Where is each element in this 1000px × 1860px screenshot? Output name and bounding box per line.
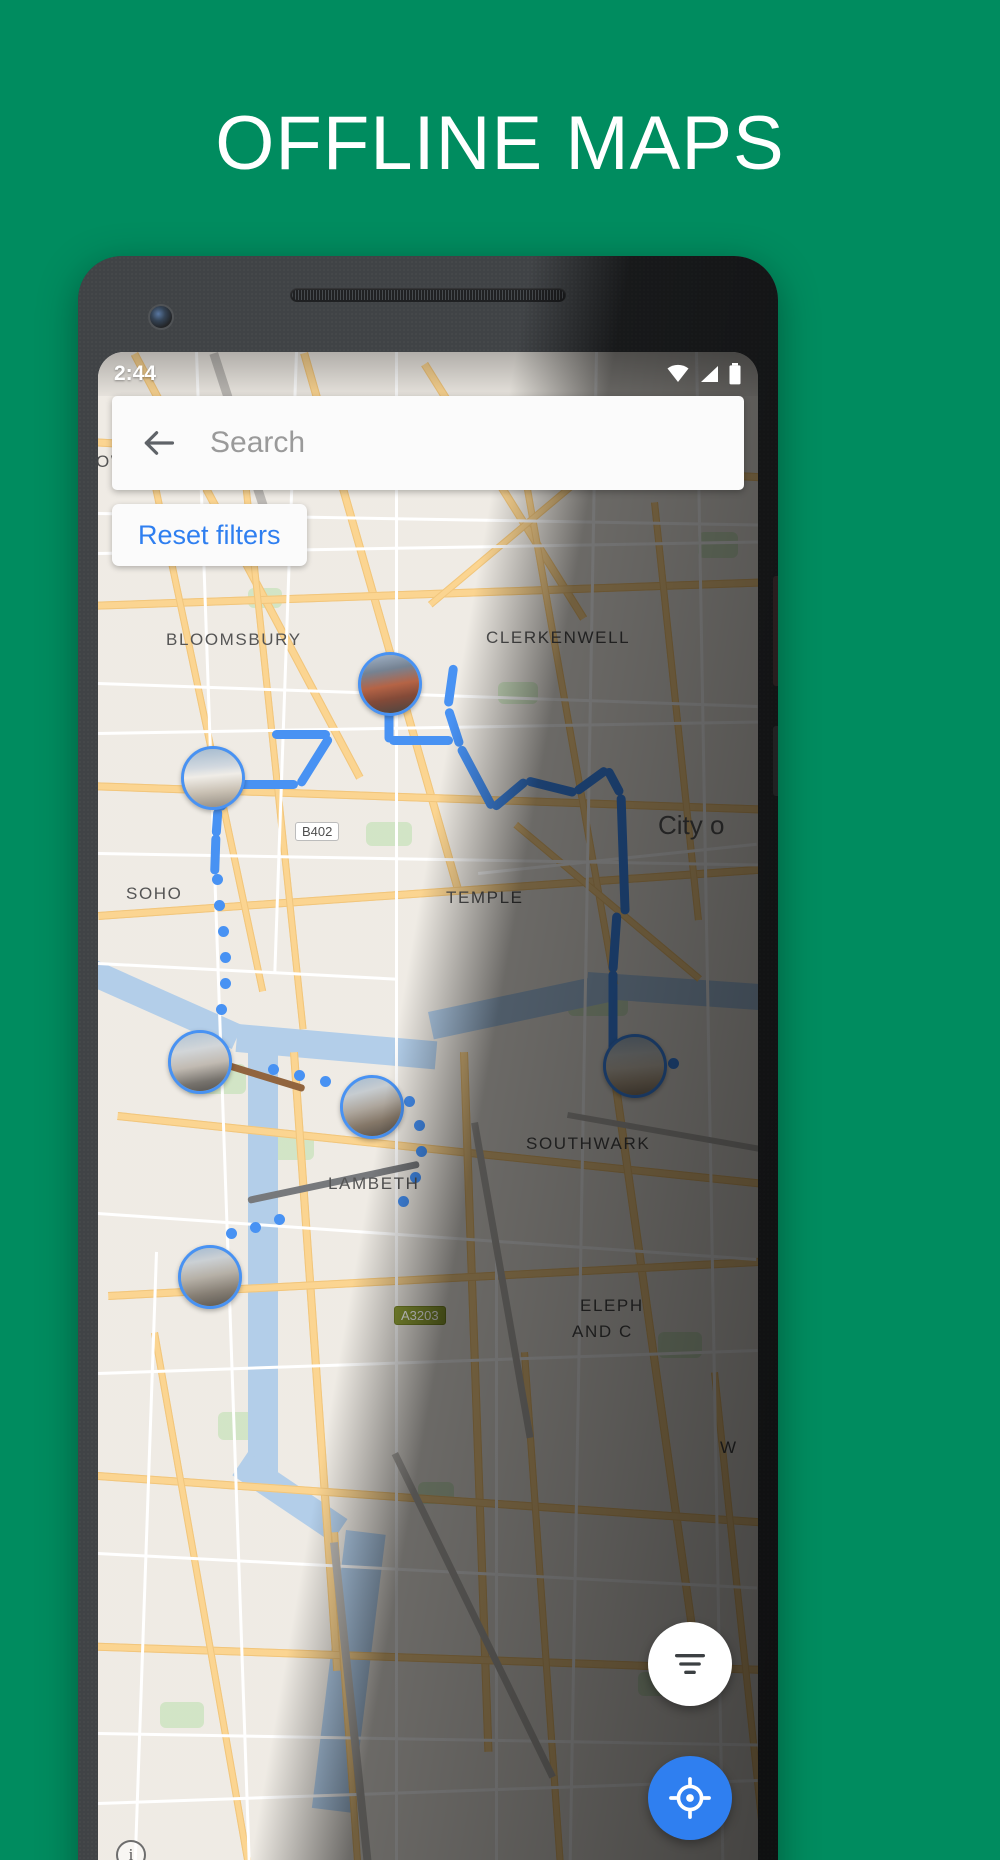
reset-filters-label: Reset filters	[138, 519, 281, 550]
battery-icon	[729, 363, 741, 385]
map-label: SOUTHWARK	[526, 1134, 651, 1153]
front-camera-icon	[148, 304, 174, 330]
promo-headline: OFFLINE MAPS	[215, 101, 785, 186]
earpiece-speaker	[290, 288, 566, 302]
search-bar[interactable]: Search	[112, 396, 744, 490]
poi-marker-london-eye-area[interactable]	[340, 1075, 404, 1139]
map-label: AND C	[572, 1322, 633, 1341]
my-location-fab-button[interactable]	[648, 1756, 732, 1840]
back-arrow-icon[interactable]	[140, 424, 178, 462]
volume-button[interactable]	[773, 726, 778, 796]
wifi-icon	[667, 364, 689, 382]
filter-icon	[675, 1654, 705, 1674]
poi-marker-kings-cross-area[interactable]	[358, 652, 422, 716]
road-shield-a3203: A3203	[394, 1306, 446, 1325]
phone-device-frame: OWN City Road BLOOMSBURY CLERKENWELL Cit…	[78, 256, 778, 1860]
map-attribution-button[interactable]: i	[116, 1840, 146, 1860]
reset-filters-button[interactable]: Reset filters	[112, 504, 307, 566]
earpiece-mesh	[292, 290, 564, 300]
search-input[interactable]: Search	[210, 426, 305, 460]
promo-screenshot: OFFLINE MAPS BLOOMSBURY CLERKENWELL City…	[0, 0, 1000, 1860]
my-location-icon	[669, 1777, 711, 1819]
map-label: ELEPH	[580, 1296, 644, 1315]
map-canvas[interactable]: OWN City Road BLOOMSBURY CLERKENWELL Cit…	[98, 352, 758, 1860]
poi-marker-westminster-abbey[interactable]	[178, 1245, 242, 1309]
road-shield-b402: B402	[295, 822, 340, 841]
poi-marker-tower-area[interactable]	[603, 1034, 667, 1098]
power-button[interactable]	[773, 576, 778, 686]
cell-signal-icon	[701, 366, 718, 382]
phone-screen: OWN City Road BLOOMSBURY CLERKENWELL Cit…	[98, 352, 758, 1860]
filter-fab-button[interactable]	[648, 1622, 732, 1706]
poi-marker-british-museum-area[interactable]	[181, 746, 245, 810]
map-label: SOHO	[126, 884, 183, 903]
status-bar: 2:44	[98, 352, 758, 396]
status-bar-icons	[666, 363, 742, 385]
status-bar-clock: 2:44	[114, 362, 157, 385]
poi-marker-trafalgar-area[interactable]	[168, 1030, 232, 1094]
